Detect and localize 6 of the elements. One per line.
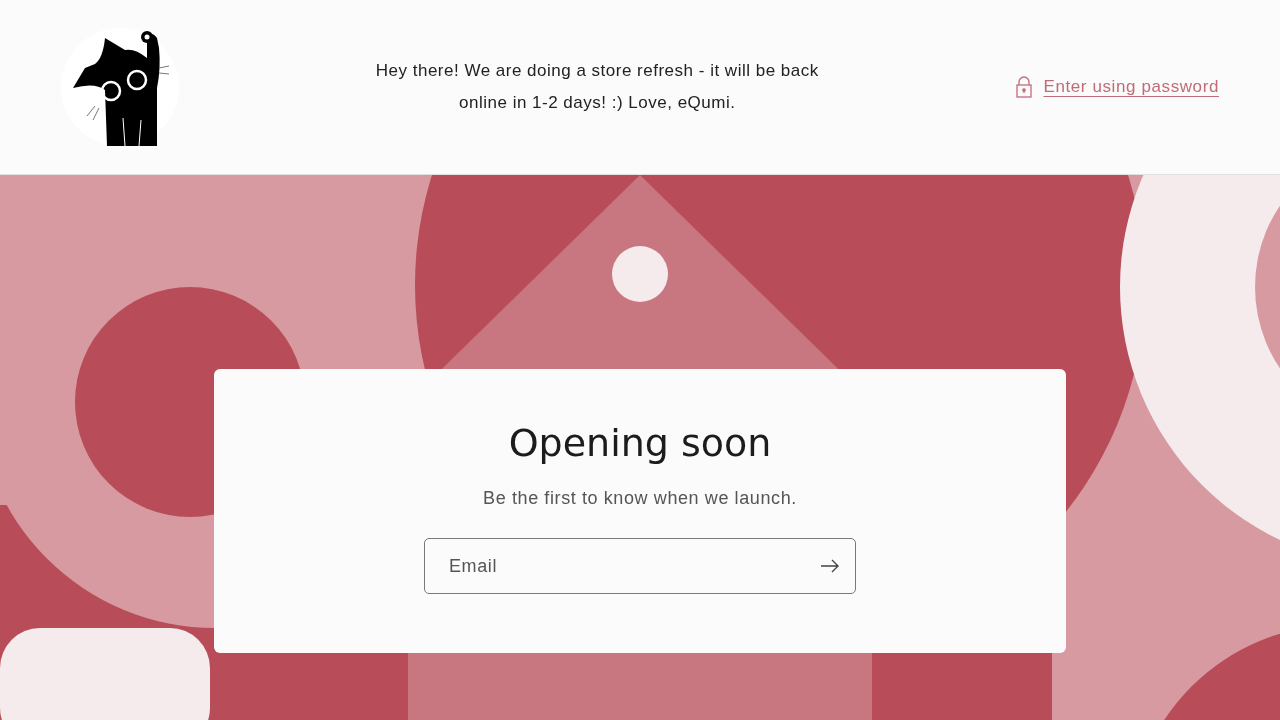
email-field[interactable]: Email [424,538,856,594]
announcement-text: Hey there! We are doing a store refresh - it will be back online in 1-2 days! :) Love, eQumi. [374,60,820,114]
lock-icon [1015,76,1032,98]
card-title: Opening soon [508,420,772,467]
card-subtitle: Be the first to know when we launch. [483,487,797,510]
password-link[interactable]: Enter using password [1043,74,1219,100]
